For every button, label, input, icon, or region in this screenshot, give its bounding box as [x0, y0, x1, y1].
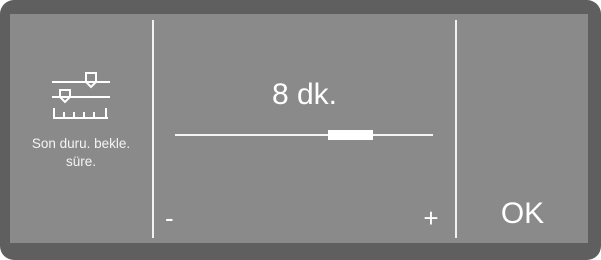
setting-label: Son duru. bekle. süre.: [31, 136, 131, 169]
value-slider-thumb[interactable]: [327, 130, 373, 140]
current-value: 8 dk.: [271, 78, 338, 111]
increase-button[interactable]: +: [414, 200, 448, 236]
value-slider-track[interactable]: [175, 134, 433, 136]
slider-settings-icon: [52, 72, 110, 119]
setting-info-panel: Son duru. bekle. süre.: [10, 14, 152, 243]
display-screen: Son duru. bekle. süre. 8 dk. - + OK: [10, 14, 588, 243]
ok-button[interactable]: OK: [457, 192, 588, 243]
left-divider: [152, 20, 154, 238]
decrease-button[interactable]: -: [165, 200, 193, 236]
display-bezel: Son duru. bekle. süre. 8 dk. - + OK: [0, 0, 601, 260]
